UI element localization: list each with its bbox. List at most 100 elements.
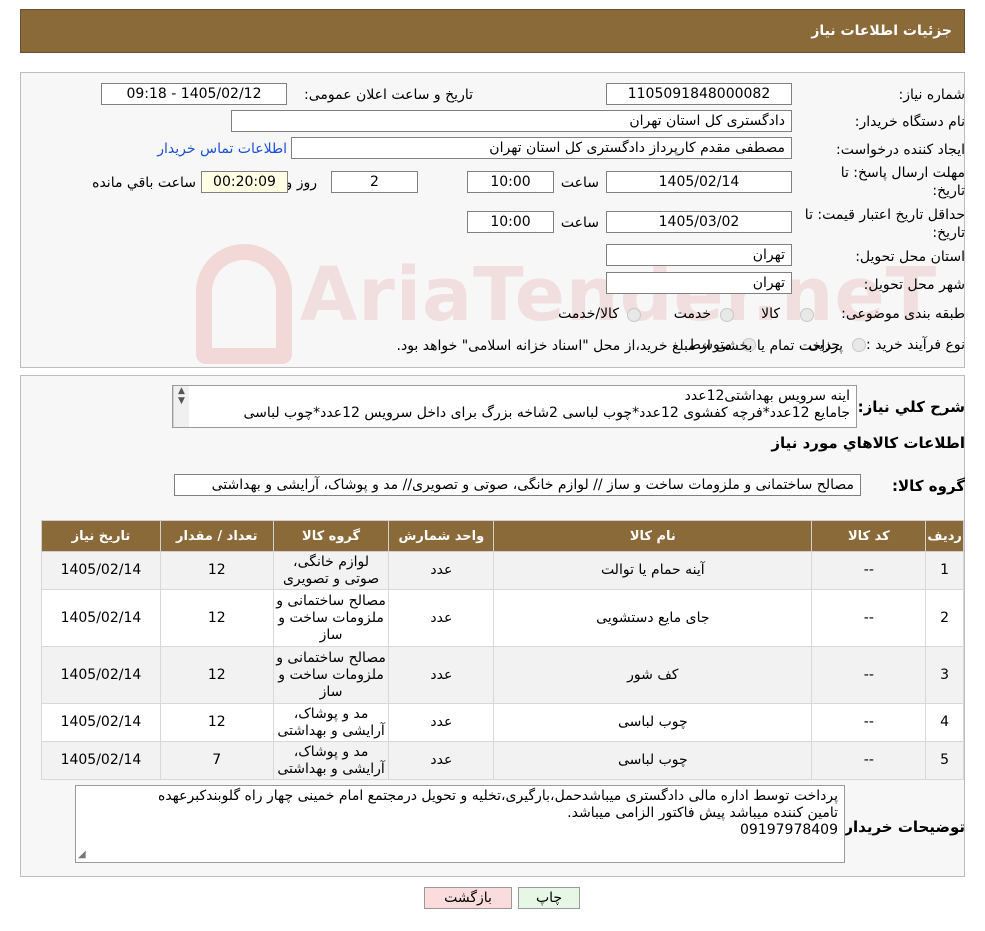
row-index: 5 (925, 741, 964, 780)
table-row: 3 -- کف شور عدد مصالح ساختمانی و ملزومات… (41, 646, 964, 704)
row-name: کف شور (493, 646, 813, 704)
category-radio-goods[interactable] (800, 308, 814, 322)
col-qty-header: تعداد / مقدار (159, 520, 274, 552)
col-group-header: گروه کالا (272, 520, 390, 552)
row-index: 3 (925, 646, 964, 704)
row-group: لوازم خانگی، صوتی و تصویری (272, 551, 390, 590)
validity-date-field: 1405/03/02 (606, 211, 792, 233)
days-field: 2 (331, 171, 418, 193)
table-row: 2 -- جای مایع دستشویی عدد مصالح ساختمانی… (41, 589, 964, 647)
row-code: -- (811, 589, 927, 647)
row-date: 1405/02/14 (41, 741, 161, 780)
row-name: جای مایع دستشویی (493, 589, 813, 647)
row-group: مصالح ساختمانی و ملزومات ساخت و ساز (272, 589, 390, 647)
category-option-service: خدمت (673, 306, 711, 322)
col-code-header: کد کالا (811, 520, 927, 552)
buyer-notes-line-2: تامین کننده میباشد پیش فاکتور الزامی میب… (567, 805, 838, 821)
print-button[interactable]: چاپ (518, 887, 580, 909)
col-name-header: نام کالا (493, 520, 813, 552)
row-group: مد و پوشاک، آرایشی و بهداشتی (272, 741, 390, 780)
row-name: چوب لباسی (493, 741, 813, 780)
row-unit: عدد (388, 646, 495, 704)
row-qty: 7 (159, 741, 274, 780)
announce-field: 1405/02/12 - 09:18 (101, 83, 287, 105)
description-textarea[interactable]: اینه سرویس بهداشتی12عدد جامایع 12عدد*فرچ… (172, 385, 857, 428)
announce-label: تاریخ و ساعت اعلان عمومی: (304, 87, 473, 103)
goods-group-field: مصالح ساختمانی و ملزومات ساخت و ساز // ل… (174, 474, 861, 496)
description-line-2: جامایع 12عدد*فرچه کفشوی 12عدد*چوب لباسی … (243, 405, 850, 421)
row-index: 4 (925, 703, 964, 742)
row-unit: عدد (388, 703, 495, 742)
items-table: ردیف کد کالا نام کالا واحد شمارش گروه کا… (41, 520, 964, 780)
row-unit: عدد (388, 589, 495, 647)
col-date-header: تاریخ نیاز (41, 520, 161, 552)
contact-buyer-link[interactable]: اطلاعات تماس خریدار (157, 141, 287, 157)
city-label: شهر محل تحویل: (863, 277, 965, 293)
row-qty: 12 (159, 589, 274, 647)
col-row-header: ردیف (925, 520, 964, 552)
category-option-goods-service: کالا/خدمت (558, 306, 619, 322)
resize-grip-icon[interactable]: ◢ (78, 849, 86, 860)
need-number-label: شماره نیاز: (898, 87, 966, 103)
page-header: جزئیات اطلاعات نیاز (20, 9, 965, 53)
col-unit-header: واحد شمارش (388, 520, 495, 552)
row-name: چوب لباسی (493, 703, 813, 742)
city-field: تهران (606, 272, 792, 294)
need-number-field: 1105091848000082 (606, 83, 792, 105)
row-date: 1405/02/14 (41, 589, 161, 647)
category-radio-service[interactable] (720, 308, 734, 322)
row-qty: 12 (159, 551, 274, 590)
validity-time-field: 10:00 (467, 211, 554, 233)
buyer-notes-textarea[interactable]: پرداخت توسط اداره مالی دادگستری میباشدحم… (75, 785, 845, 863)
row-date: 1405/02/14 (41, 646, 161, 704)
back-button[interactable]: بازگشت (424, 887, 512, 909)
page-title: جزئیات اطلاعات نیاز (811, 23, 952, 39)
description-line-1: اینه سرویس بهداشتی12عدد (684, 388, 850, 404)
row-date: 1405/02/14 (41, 703, 161, 742)
buyer-org-label: نام دستگاه خریدار: (854, 114, 965, 130)
process-radio-minor[interactable] (852, 338, 866, 352)
creator-field: مصطفی مقدم کارپرداز دادگستری کل استان ته… (291, 137, 792, 159)
creator-label: ایجاد کننده درخواست: (836, 142, 965, 158)
remaining-label: ساعت باقي مانده (92, 175, 196, 191)
category-option-goods: کالا (761, 306, 780, 322)
row-index: 1 (925, 551, 964, 590)
category-label: طبقه بندی موضوعی: (841, 306, 965, 322)
row-qty: 12 (159, 703, 274, 742)
row-date: 1405/02/14 (41, 551, 161, 590)
goods-info-title: اطلاعات کالاهاي مورد نياز (771, 434, 965, 452)
buyer-notes-line-3: 09197978409 (740, 822, 838, 838)
buyer-notes-label: توضیحات خریدار: (838, 818, 965, 836)
province-label: استان محل تحویل: (855, 249, 965, 265)
validity-time-label: ساعت (560, 215, 599, 231)
buyer-notes-line-1: پرداخت توسط اداره مالی دادگستری میباشدحم… (158, 788, 838, 804)
category-radio-goods-service[interactable] (627, 308, 641, 322)
row-unit: عدد (388, 551, 495, 590)
table-row: 5 -- چوب لباسی عدد مد و پوشاک، آرایشی و … (41, 741, 964, 780)
row-code: -- (811, 741, 927, 780)
row-code: -- (811, 551, 927, 590)
deadline-label-date: تاریخ: (932, 183, 965, 199)
process-label: نوع فرآیند خرید : (866, 337, 965, 353)
description-label: شرح کلي نياز: (857, 398, 965, 416)
deadline-label: مهلت ارسال پاسخ: تا (840, 165, 965, 181)
row-group: مصالح ساختمانی و ملزومات ساخت و ساز (272, 646, 390, 704)
row-index: 2 (925, 589, 964, 647)
row-unit: عدد (388, 741, 495, 780)
deadline-time-label: ساعت (560, 175, 599, 191)
buyer-org-field: دادگستری کل استان تهران (231, 110, 792, 132)
process-note: پرداخت تمام یا بخشی از مبلغ خرید،از محل … (396, 338, 843, 354)
deadline-time-field: 10:00 (467, 171, 554, 193)
goods-group-label: گروه کالا: (892, 477, 965, 495)
table-row: 1 -- آینه حمام یا توالت عدد لوازم خانگی،… (41, 551, 964, 590)
deadline-date-field: 1405/02/14 (606, 171, 792, 193)
row-code: -- (811, 703, 927, 742)
table-header-row: ردیف کد کالا نام کالا واحد شمارش گروه کا… (41, 520, 964, 552)
validity-label-date: تاریخ: (932, 225, 965, 241)
row-name: آینه حمام یا توالت (493, 551, 813, 590)
row-group: مد و پوشاک، آرایشی و بهداشتی (272, 703, 390, 742)
validity-label: حداقل تاریخ اعتبار قیمت: تا (804, 207, 965, 223)
days-label: روز و (285, 175, 318, 191)
table-row: 4 -- چوب لباسی عدد مد و پوشاک، آرایشی و … (41, 703, 964, 742)
description-scrollbar[interactable]: ▲ ▼ (173, 386, 189, 427)
